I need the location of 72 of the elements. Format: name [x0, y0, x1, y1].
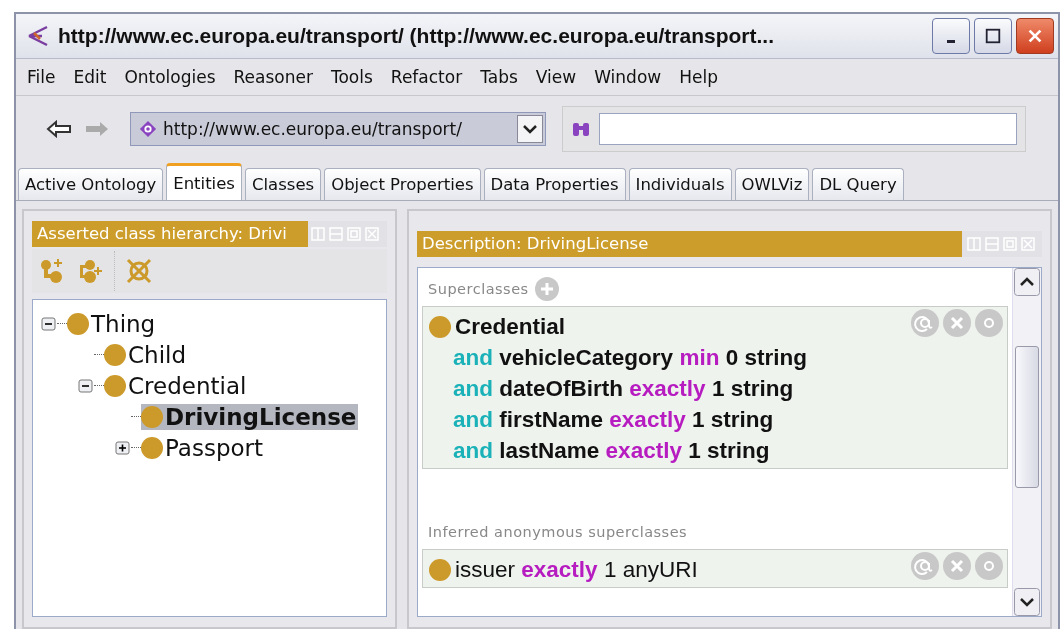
class-icon	[141, 436, 163, 459]
close-icon	[1026, 27, 1044, 45]
logo-icon	[26, 24, 50, 48]
tab[interactable]: DL Query	[812, 168, 904, 200]
tab[interactable]: Object Properties	[324, 168, 481, 200]
ontology-icon	[139, 120, 157, 138]
tab[interactable]: Active Ontology	[18, 168, 164, 200]
class-node[interactable]: DrivingLicense	[141, 403, 359, 430]
window-title: http://www.ec.europa.eu/transport/ (http://www.ec.europa.eu/transport...	[58, 24, 775, 48]
search-field[interactable]	[599, 113, 1017, 145]
class-expression: issuer exactly 1 anyURI	[455, 556, 698, 583]
delete-class-icon[interactable]	[125, 257, 153, 285]
class-expression: Credential	[455, 313, 566, 340]
class-expression: and vehicleCategory min 0 string	[453, 344, 807, 371]
ontology-iri: http://www.ec.europa.eu/transport/	[163, 119, 463, 139]
menu-item[interactable]: Edit	[64, 67, 116, 87]
edit-icon[interactable]	[975, 552, 1003, 580]
tab[interactable]: Classes	[244, 168, 322, 200]
menu-item[interactable]: Ontologies	[115, 67, 225, 87]
expand-icon[interactable]	[115, 439, 131, 456]
menu-item[interactable]: Reasoner	[224, 67, 322, 87]
class-node[interactable]: Child	[104, 341, 189, 368]
annotate-icon[interactable]	[911, 552, 939, 580]
maximize-button[interactable]	[974, 18, 1012, 54]
class-icon	[429, 558, 451, 581]
tab[interactable]: OWLViz	[734, 168, 810, 200]
menu-item[interactable]: View	[526, 67, 586, 87]
class-icon	[104, 374, 126, 397]
vertical-scrollbar[interactable]	[1012, 268, 1041, 616]
tab[interactable]: Data Properties	[483, 168, 626, 200]
delete-icon[interactable]	[943, 309, 971, 337]
menu-item[interactable]: File	[18, 67, 65, 87]
class-node[interactable]: Passport	[141, 434, 266, 461]
view-title: Asserted class hierarchy: Drivi	[32, 221, 308, 247]
class-node[interactable]: Thing	[67, 310, 158, 337]
menu-item[interactable]: Refactor	[381, 67, 472, 87]
maximize-icon	[984, 27, 1002, 45]
back-arrow-icon[interactable]	[46, 120, 72, 138]
class-expression: and dateOfBirth exactly 1 string	[453, 375, 794, 402]
scroll-down-icon[interactable]	[1014, 588, 1040, 616]
menu-item[interactable]: Help	[670, 67, 727, 87]
section-heading: Inferred anonymous superclasses	[428, 524, 688, 540]
class-expression: and lastName exactly 1 string	[453, 437, 770, 464]
tab[interactable]: Entities	[166, 163, 242, 200]
menu-item[interactable]: Tabs	[471, 67, 527, 87]
edit-icon[interactable]	[975, 309, 1003, 337]
ontology-dropdown[interactable]: http://www.ec.europa.eu/transport/	[130, 112, 546, 146]
class-icon	[141, 405, 163, 428]
class-icon	[67, 312, 89, 335]
class-expression: and firstName exactly 1 string	[453, 406, 774, 433]
menu-item[interactable]: Tools	[321, 67, 382, 87]
scroll-thumb[interactable]	[1015, 346, 1039, 488]
close-button[interactable]	[1016, 18, 1054, 54]
add-icon[interactable]	[534, 277, 559, 301]
minimize-icon	[947, 39, 955, 43]
class-icon	[429, 315, 451, 338]
view-controls-icon[interactable]	[966, 236, 1038, 252]
class-icon	[104, 343, 126, 366]
tab[interactable]: Individuals	[628, 168, 732, 200]
class-node[interactable]: Credential	[104, 372, 249, 399]
scroll-up-icon[interactable]	[1014, 268, 1040, 296]
view-title: Description: DrivingLicense	[417, 231, 962, 257]
forward-arrow-icon[interactable]	[84, 120, 110, 138]
annotate-icon[interactable]	[911, 309, 939, 337]
section-heading: Superclasses	[428, 281, 529, 297]
dropdown-caret-icon	[517, 115, 543, 143]
collapse-icon[interactable]	[41, 315, 57, 332]
menu-item[interactable]: Window	[585, 67, 671, 87]
collapse-icon[interactable]	[78, 377, 94, 394]
view-controls-icon[interactable]	[310, 226, 382, 242]
minimize-button[interactable]	[932, 18, 970, 54]
delete-icon[interactable]	[943, 552, 971, 580]
